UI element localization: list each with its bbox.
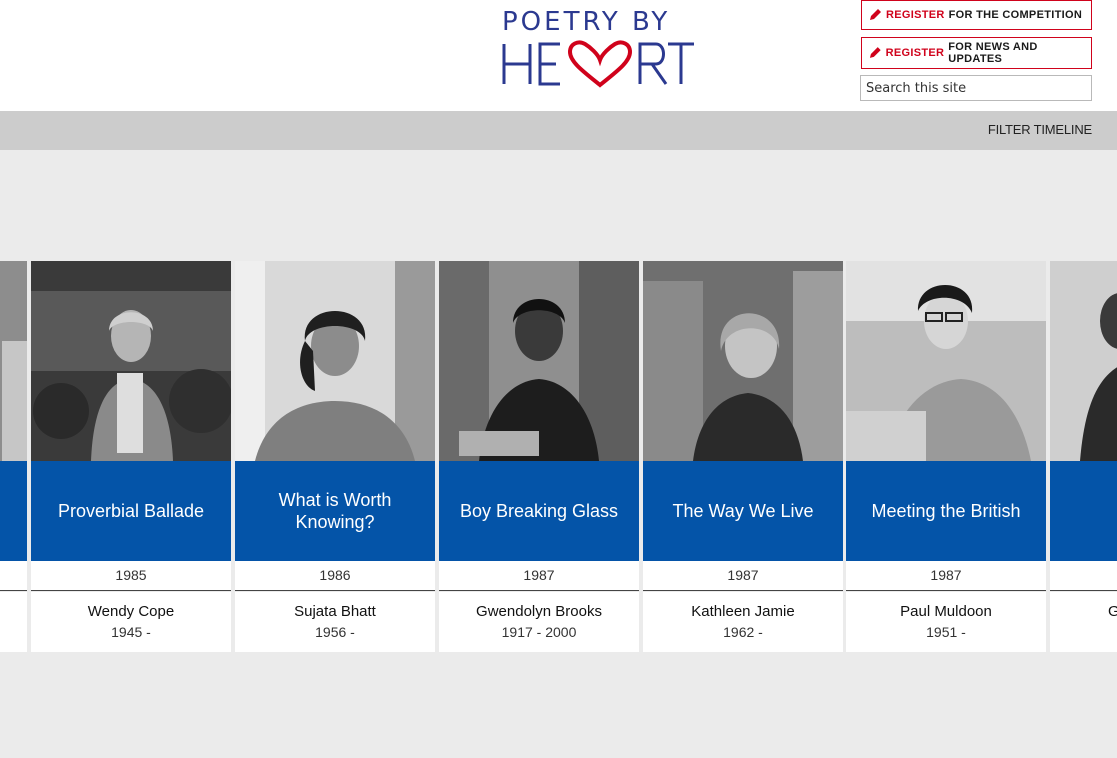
poet-photo	[31, 261, 231, 461]
poem-title-box: The Way We Live	[643, 461, 843, 561]
poem-year: 1987	[846, 561, 1046, 591]
poet-name: Paul Muldoon	[900, 603, 992, 620]
poet-info: Sujata Bhatt 1956 -	[235, 592, 435, 652]
poet-photo	[0, 261, 27, 461]
poem-timeline[interactable]: Proverbial Ballade 1985 Wendy Cope 1945 …	[0, 261, 1117, 652]
poet-info: Kathleen Jamie 1962 -	[643, 592, 843, 652]
poem-title: What is Worth Knowing?	[278, 490, 392, 532]
poem-title-box: Boy Breaking Glass	[439, 461, 639, 561]
filter-bar: FILTER TIMELINE	[0, 111, 1117, 150]
poem-year: 1987	[643, 561, 843, 591]
register-highlight: REGISTER	[886, 9, 945, 21]
poem-title-box	[1050, 461, 1117, 561]
poem-card[interactable]: Boy Breaking Glass 1987 Gwendolyn Brooks…	[439, 261, 639, 652]
poet-photo	[1050, 261, 1117, 461]
poem-card[interactable]: What is Worth Knowing? 1986 Sujata Bhatt…	[235, 261, 435, 652]
poet-photo	[643, 261, 843, 461]
poet-name: Wendy Cope	[87, 603, 175, 620]
poem-card[interactable]	[0, 261, 27, 652]
poem-card[interactable]: Meeting the British 1987 Paul Muldoon 19…	[846, 261, 1046, 652]
poet-dates: 1951 -	[926, 624, 966, 640]
poem-title: The Way We Live	[672, 501, 814, 521]
site-header: POETRY BY REGISTER FOR THE COMPETITION R…	[0, 0, 1117, 111]
poem-title-box: Proverbial Ballade	[31, 461, 231, 561]
poem-year: 1986	[235, 561, 435, 591]
register-news-button[interactable]: REGISTER FOR NEWS AND UPDATES	[861, 37, 1092, 69]
poet-dates: 1956 -	[315, 624, 355, 640]
poet-info: G	[1050, 592, 1117, 652]
poem-title-box: What is Worth Knowing?	[235, 461, 435, 561]
poem-card[interactable]: The Way We Live 1987 Kathleen Jamie 1962…	[643, 261, 843, 652]
poet-photo	[439, 261, 639, 461]
poet-dates: 1945 -	[111, 624, 151, 640]
poem-card[interactable]: G	[1050, 261, 1117, 652]
poetry-by-heart-logo[interactable]: POETRY BY	[500, 6, 696, 88]
poet-dates: 1962 -	[723, 624, 763, 640]
poet-name: Gwendolyn Brooks	[476, 603, 602, 620]
poet-info: Gwendolyn Brooks 1917 - 2000	[439, 592, 639, 652]
poet-name: Kathleen Jamie	[691, 603, 795, 620]
filter-timeline-link[interactable]: FILTER TIMELINE	[988, 122, 1092, 137]
pencil-icon	[869, 47, 881, 58]
register-competition-label: FOR THE COMPETITION	[948, 9, 1083, 21]
register-news-label: FOR NEWS AND UPDATES	[948, 41, 1038, 65]
poet-info	[0, 592, 27, 652]
poem-year	[1050, 561, 1117, 591]
poem-year: 1985	[31, 561, 231, 591]
poet-name: G	[1108, 603, 1117, 620]
poet-info: Paul Muldoon 1951 -	[846, 592, 1046, 652]
poet-name: Sujata Bhatt	[294, 603, 376, 620]
poem-year: 1987	[439, 561, 639, 591]
logo-top-text: POETRY BY	[502, 7, 670, 37]
pencil-icon	[870, 9, 881, 20]
poem-title: Boy Breaking Glass	[459, 501, 619, 521]
poet-dates: 1917 - 2000	[501, 624, 577, 640]
poem-title: Proverbial Ballade	[57, 501, 205, 521]
poet-photo	[235, 261, 435, 461]
poem-title-box: Meeting the British	[846, 461, 1046, 561]
register-highlight: REGISTER	[885, 47, 945, 59]
search-input[interactable]	[860, 75, 1092, 101]
poem-year	[0, 561, 27, 591]
poem-card[interactable]: Proverbial Ballade 1985 Wendy Cope 1945 …	[31, 261, 231, 652]
poem-title: Meeting the British	[871, 501, 1021, 521]
poet-photo	[846, 261, 1046, 461]
poet-info: Wendy Cope 1945 -	[31, 592, 231, 652]
poem-title-box	[0, 461, 27, 561]
register-competition-button[interactable]: REGISTER FOR THE COMPETITION	[861, 0, 1092, 30]
